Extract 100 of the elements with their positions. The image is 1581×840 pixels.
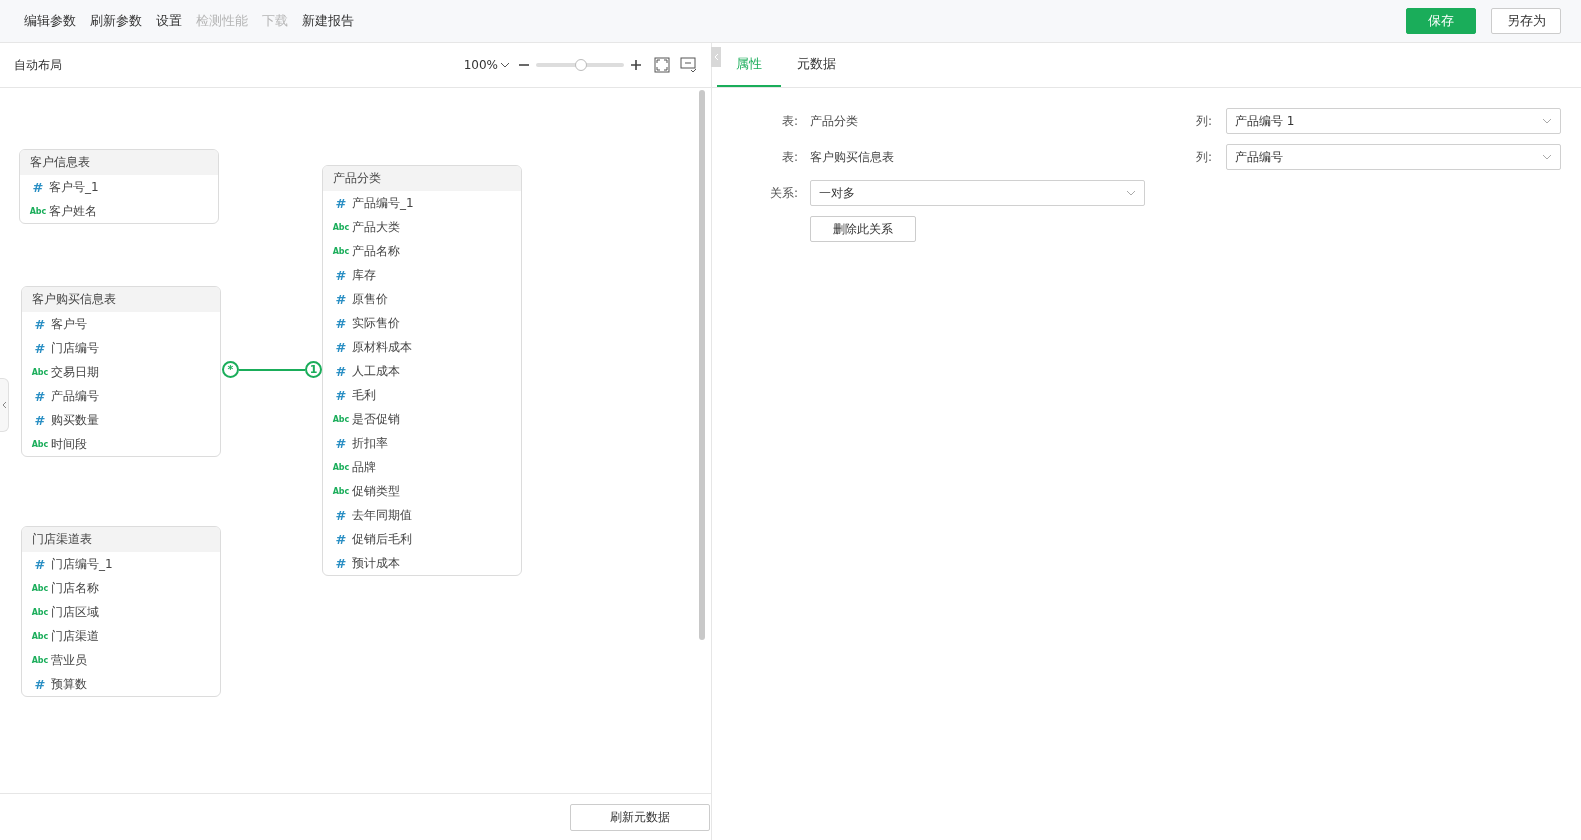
field-name: 购买数量: [51, 411, 99, 429]
table-title: 客户购买信息表: [22, 287, 220, 312]
tab[interactable]: 元数据: [781, 43, 851, 87]
chevron-down-icon: [1542, 154, 1552, 160]
number-type-icon: #: [332, 507, 350, 523]
save-as-button[interactable]: 另存为: [1491, 8, 1561, 34]
field-name: 促销类型: [352, 482, 400, 500]
field-name: 时间段: [51, 435, 87, 453]
field-name: 客户号_1: [49, 178, 99, 196]
table-card[interactable]: 产品分类 # 产品编号_1 Abc 产品大类 Abc 产品名称 # 库存 # 原售价 # 实际售价 # 原材料成本 # 人工成本 # 毛利 Abc 是否促销 # 折扣率 Abc 品牌 Abc 促销类型 # 去年同期值 # 促销后毛利 # 预计成本: [322, 165, 522, 576]
column-select[interactable]: 产品编号: [1226, 144, 1561, 170]
caret-icon: [500, 62, 510, 68]
field-name: 门店名称: [51, 579, 99, 597]
menu-item[interactable]: 设置: [156, 12, 182, 30]
field-name: 门店编号_1: [51, 555, 113, 573]
text-type-icon: Abc: [31, 655, 49, 665]
chevron-left-icon: [1, 401, 7, 409]
text-type-icon: Abc: [332, 222, 350, 232]
many-marker: *: [222, 361, 239, 378]
field-name: 产品大类: [352, 218, 400, 236]
number-type-icon: #: [332, 291, 350, 307]
chevron-down-icon: [1542, 118, 1552, 124]
field-name: 折扣率: [352, 434, 388, 452]
field-name: 客户姓名: [49, 202, 97, 220]
field-name: 原售价: [352, 290, 388, 308]
one-marker: 1: [305, 361, 322, 378]
number-type-icon: #: [332, 387, 350, 403]
field-name: 品牌: [352, 458, 376, 476]
number-type-icon: #: [332, 435, 350, 451]
field-name: 毛利: [352, 386, 376, 404]
table-card[interactable]: 门店渠道表 # 门店编号_1 Abc 门店名称 Abc 门店区域 Abc 门店渠道 Abc 营业员 # 预算数: [21, 526, 221, 697]
auto-layout-label[interactable]: 自动布局: [14, 56, 62, 74]
chevron-left-icon: [713, 53, 719, 61]
collapse-handle[interactable]: [0, 378, 9, 432]
table-card[interactable]: 客户信息表 # 客户号_1 Abc 客户姓名: [19, 149, 219, 224]
zoom-dropdown[interactable]: 100%: [463, 58, 510, 72]
table-value: 客户购买信息表: [810, 148, 895, 166]
number-type-icon: #: [29, 179, 47, 195]
text-type-icon: Abc: [332, 414, 350, 424]
column-select[interactable]: 产品编号 1: [1226, 108, 1561, 134]
plus-icon[interactable]: [630, 59, 642, 71]
fullscreen-icon[interactable]: [654, 57, 670, 73]
field-name: 门店区域: [51, 603, 99, 621]
number-type-icon: #: [31, 388, 49, 404]
text-type-icon: Abc: [29, 206, 47, 216]
text-type-icon: Abc: [31, 439, 49, 449]
field-name: 原材料成本: [352, 338, 412, 356]
number-type-icon: #: [332, 363, 350, 379]
field-name: 促销后毛利: [352, 530, 412, 548]
table-title: 产品分类: [323, 166, 521, 191]
number-type-icon: #: [332, 315, 350, 331]
number-type-icon: #: [31, 412, 49, 428]
text-type-icon: Abc: [31, 631, 49, 641]
field-name: 门店渠道: [51, 627, 99, 645]
text-type-icon: Abc: [332, 462, 350, 472]
refresh-metadata-button[interactable]: 刷新元数据: [570, 803, 710, 831]
relation-label: 关系:: [768, 184, 799, 202]
text-type-icon: Abc: [332, 246, 350, 256]
number-type-icon: #: [332, 267, 350, 283]
number-type-icon: #: [332, 531, 350, 547]
text-type-icon: Abc: [31, 607, 49, 617]
text-type-icon: Abc: [31, 583, 49, 593]
number-type-icon: #: [31, 316, 49, 332]
delete-relation-button[interactable]: 删除此关系: [810, 216, 916, 242]
number-type-icon: #: [332, 555, 350, 571]
number-type-icon: #: [31, 340, 49, 356]
table-label: 表:: [780, 148, 799, 166]
field-name: 门店编号: [51, 339, 99, 357]
text-type-icon: Abc: [332, 486, 350, 496]
field-name: 产品编号_1: [352, 194, 414, 212]
table-card[interactable]: 客户购买信息表 # 客户号 # 门店编号 Abc 交易日期 # 产品编号 # 购买数量 Abc 时间段: [21, 286, 221, 457]
menu-item[interactable]: 刷新参数: [90, 12, 142, 30]
column-label: 列:: [1196, 112, 1214, 130]
menu-item[interactable]: 编辑参数: [24, 12, 76, 30]
collapse-handle[interactable]: [711, 47, 721, 67]
relation-line[interactable]: [239, 368, 305, 371]
field-name: 客户号: [51, 315, 87, 333]
text-type-icon: Abc: [31, 367, 49, 377]
table-label: 表:: [780, 112, 799, 130]
number-type-icon: #: [332, 195, 350, 211]
field-name: 交易日期: [51, 363, 99, 381]
field-name: 营业员: [51, 651, 87, 669]
number-type-icon: #: [332, 339, 350, 355]
field-name: 产品编号: [51, 387, 99, 405]
field-name: 预计成本: [352, 554, 400, 572]
field-name: 产品名称: [352, 242, 400, 260]
menu-item[interactable]: 新建报告: [302, 12, 354, 30]
relation-select[interactable]: 一对多: [810, 180, 1145, 206]
scrollbar[interactable]: [699, 90, 705, 640]
table-value: 产品分类: [810, 112, 859, 130]
field-name: 库存: [352, 266, 376, 284]
chevron-down-icon: [1126, 190, 1136, 196]
field-name: 是否促销: [352, 410, 400, 428]
table-title: 门店渠道表: [22, 527, 220, 552]
column-label: 列:: [1196, 148, 1214, 166]
number-type-icon: #: [31, 556, 49, 572]
monitor-icon[interactable]: [680, 57, 697, 73]
field-name: 实际售价: [352, 314, 400, 332]
field-name: 去年同期值: [352, 506, 412, 524]
number-type-icon: #: [31, 676, 49, 692]
